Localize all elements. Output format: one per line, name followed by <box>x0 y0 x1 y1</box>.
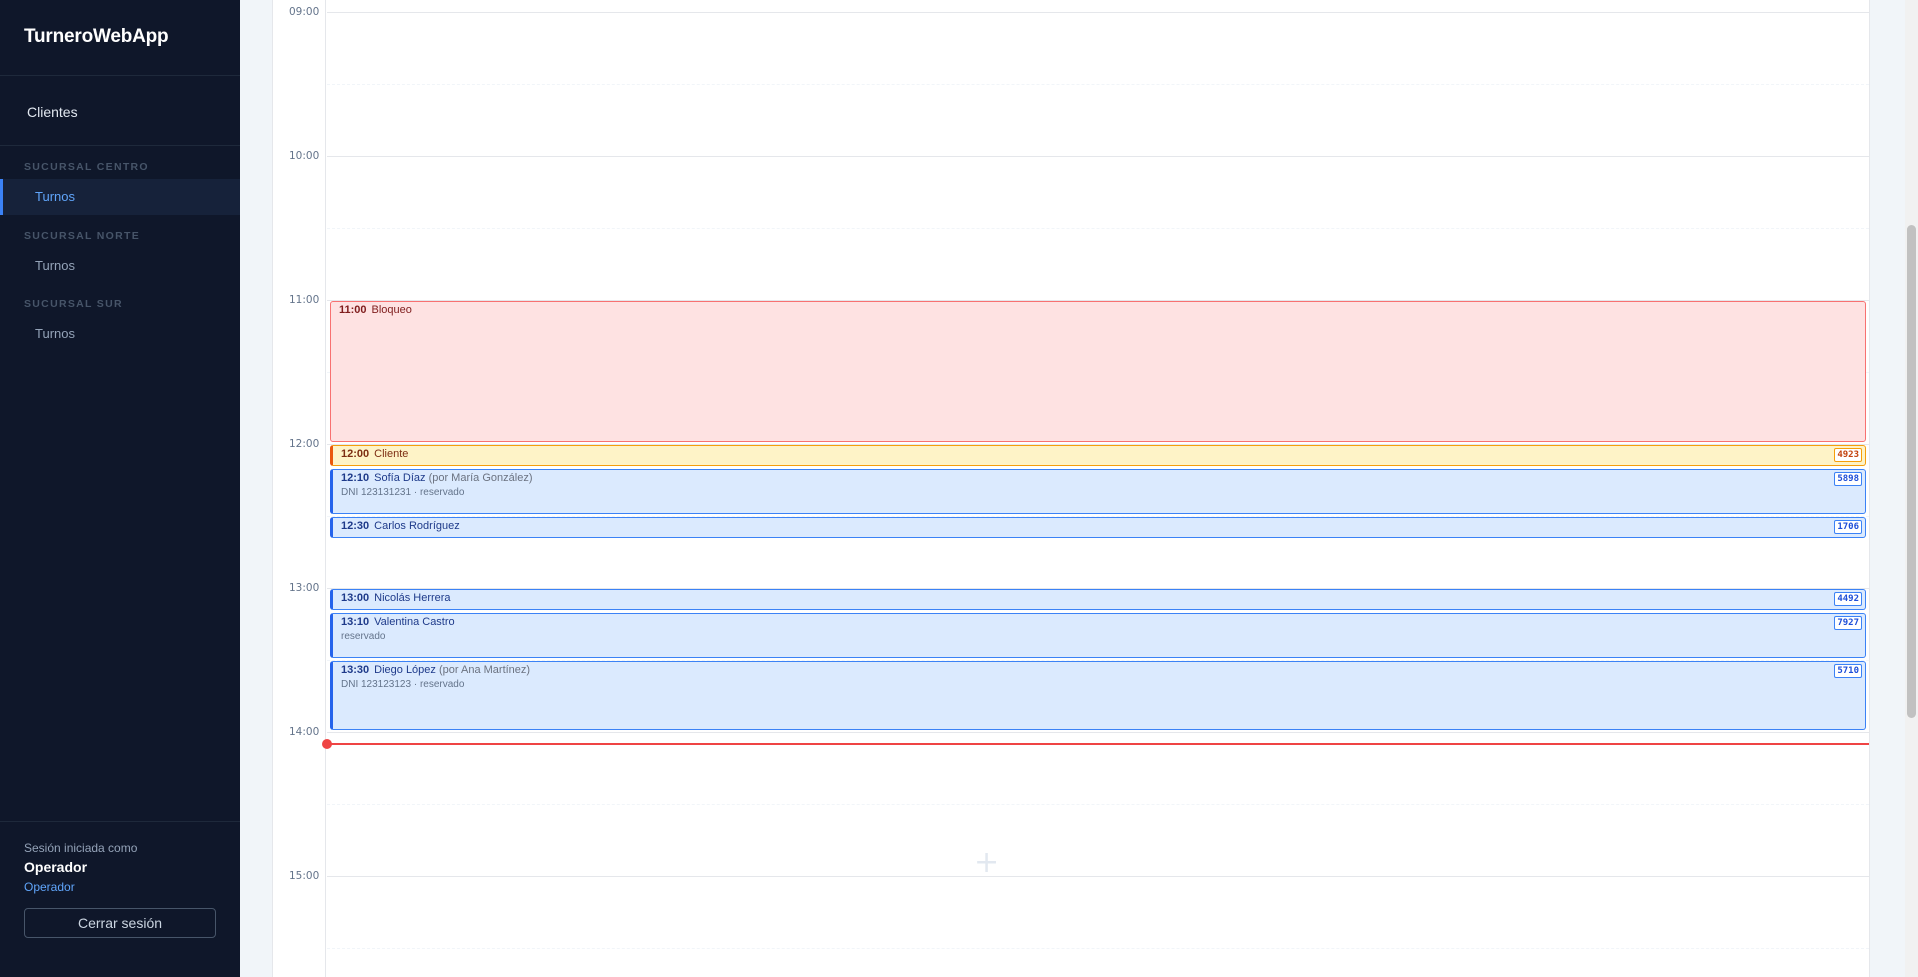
event-detail: DNI 123123123 · reservado <box>341 679 465 690</box>
event-time: 13:10 <box>341 616 370 628</box>
event-time: 12:10 <box>341 472 370 484</box>
event-appointment[interactable]: 13:30 Diego López (por Ana Martínez) DNI … <box>330 661 1866 730</box>
half-hour-line <box>327 84 1869 85</box>
event-booked-by: (por Ana Martínez) <box>438 664 531 676</box>
session-label: Sesión iniciada como <box>24 841 138 855</box>
event-appointment[interactable]: 12:10 Sofía Díaz (por María González) DNI… <box>330 469 1866 514</box>
event-title: Bloqueo <box>371 304 412 316</box>
calendar-grid[interactable]: 11:00 Bloqueo 12:00 Cliente 4923 12:10 Sofí… <box>322 0 1869 977</box>
event-title: Cliente <box>374 448 409 460</box>
session-role: Operador <box>24 880 75 894</box>
hour-line <box>327 732 1869 733</box>
main-content: 09:00 10:00 11:00 12:00 13:00 14:00 15:0… <box>240 0 1905 977</box>
event-code-badge: 4492 <box>1834 592 1862 606</box>
event-title: Sofía Díaz <box>374 472 426 484</box>
event-booked-by: (por María González) <box>428 472 533 484</box>
event-time: 13:30 <box>341 664 370 676</box>
branch-title-centro: SUCURSAL CENTRO <box>24 161 149 173</box>
event-appointment[interactable]: 13:00 Nicolás Herrera 4492 <box>330 589 1866 610</box>
event-title: Carlos Rodríguez <box>374 520 460 532</box>
event-pending[interactable]: 12:00 Cliente 4923 <box>330 445 1866 466</box>
current-time-indicator <box>322 739 1869 749</box>
logout-button[interactable]: Cerrar sesión <box>24 908 216 938</box>
nav-turnos-centro[interactable]: Turnos <box>0 179 240 215</box>
current-time-dot <box>322 739 332 749</box>
app-title: TurneroWebApp <box>24 26 169 47</box>
half-hour-line <box>327 804 1869 805</box>
branch-title-norte: SUCURSAL NORTE <box>24 230 141 242</box>
event-code-badge: 1706 <box>1834 520 1862 534</box>
branch-title-sur: SUCURSAL SUR <box>24 298 123 310</box>
nav-turnos-sur[interactable]: Turnos <box>0 316 240 352</box>
divider <box>0 145 240 146</box>
event-time: 12:30 <box>341 520 370 532</box>
event-time: 11:00 <box>339 304 367 316</box>
session-user: Operador <box>24 859 88 875</box>
event-time: 13:00 <box>341 592 370 604</box>
scrollbar-thumb[interactable] <box>1907 225 1916 718</box>
hour-label: 10:00 <box>289 150 320 162</box>
page-scrollbar[interactable] <box>1905 0 1918 977</box>
hour-line <box>327 876 1869 877</box>
event-appointment[interactable]: 13:10 Valentina Castro reservado 7927 <box>330 613 1866 658</box>
event-title: Diego López <box>374 664 436 676</box>
hour-line <box>327 12 1869 13</box>
event-title: Nicolás Herrera <box>374 592 451 604</box>
nav-turnos-norte[interactable]: Turnos <box>0 248 240 284</box>
event-code-badge: 7927 <box>1834 616 1862 630</box>
time-column: 09:00 10:00 11:00 12:00 13:00 14:00 15:0… <box>273 0 326 977</box>
sidebar: TurneroWebApp Clientes SUCURSAL CENTRO T… <box>0 0 240 977</box>
event-code-badge: 4923 <box>1834 448 1862 462</box>
add-slot-icon[interactable]: + <box>974 848 999 878</box>
nav-clientes[interactable]: Clientes <box>27 104 78 120</box>
event-title: Valentina Castro <box>374 616 455 628</box>
event-time: 12:00 <box>341 448 370 460</box>
event-detail: DNI 123131231 · reservado <box>341 487 465 498</box>
divider <box>0 821 240 822</box>
hour-label: 14:00 <box>289 726 320 738</box>
hour-label: 13:00 <box>289 582 320 594</box>
hour-label: 15:00 <box>289 870 320 882</box>
event-detail: reservado <box>341 631 386 642</box>
half-hour-line <box>327 948 1869 949</box>
half-hour-line <box>327 228 1869 229</box>
event-code-badge: 5898 <box>1834 472 1862 486</box>
hour-label: 09:00 <box>289 6 320 18</box>
hour-label: 12:00 <box>289 438 320 450</box>
event-appointment[interactable]: 12:30 Carlos Rodríguez 1706 <box>330 517 1866 538</box>
hour-label: 11:00 <box>289 294 320 306</box>
divider <box>0 75 240 76</box>
event-block[interactable]: 11:00 Bloqueo <box>330 301 1866 442</box>
hour-line <box>327 156 1869 157</box>
event-code-badge: 5710 <box>1834 664 1862 678</box>
day-calendar: 09:00 10:00 11:00 12:00 13:00 14:00 15:0… <box>272 0 1870 977</box>
